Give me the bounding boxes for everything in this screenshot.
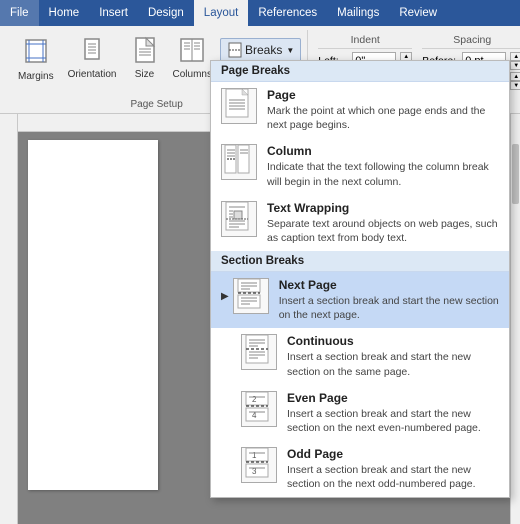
tab-home[interactable]: Home xyxy=(39,0,90,26)
column-item-text: Column Indicate that the text following … xyxy=(267,144,499,188)
tab-mailings[interactable]: Mailings xyxy=(327,0,389,26)
indent-label: Indent xyxy=(318,34,412,49)
spacing-before-up[interactable]: ▲ xyxy=(510,52,520,61)
column-item-desc: Indicate that the text following the col… xyxy=(267,160,499,188)
breaks-button[interactable]: Breaks ▼ xyxy=(220,38,301,62)
size-button[interactable]: Size xyxy=(125,34,165,84)
even-page-item-text: Even Page Insert a section break and sta… xyxy=(287,391,499,435)
tab-file[interactable]: File xyxy=(0,0,39,26)
size-icon xyxy=(131,36,159,67)
orientation-label: Orientation xyxy=(68,69,117,80)
text-wrap-item-desc: Separate text around objects on web page… xyxy=(267,217,499,245)
dropdown-item-text-wrapping[interactable]: Text Wrapping Separate text around objec… xyxy=(211,195,509,251)
spacing-label: Spacing xyxy=(422,34,520,49)
columns-label: Columns xyxy=(173,69,212,80)
spacing-after-arrows: ▲ ▼ xyxy=(510,72,520,90)
margins-icon xyxy=(22,36,50,69)
vertical-scrollbar[interactable] xyxy=(510,114,520,524)
even-page-icon: 2 4 xyxy=(241,391,277,427)
even-page-item-title: Even Page xyxy=(287,391,499,405)
columns-icon xyxy=(178,36,206,67)
continuous-icon xyxy=(241,334,277,370)
tab-layout[interactable]: Layout xyxy=(194,0,249,26)
next-page-icon-wrap: ▶ xyxy=(221,278,269,314)
dropdown-item-continuous[interactable]: Continuous Insert a section break and st… xyxy=(211,328,509,384)
odd-page-item-title: Odd Page xyxy=(287,447,499,461)
spacing-before-arrows: ▲ ▼ xyxy=(510,52,520,70)
column-break-icon xyxy=(221,144,257,180)
odd-page-icon: 1 3 xyxy=(241,447,277,483)
even-page-item-desc: Insert a section break and start the new… xyxy=(287,407,499,435)
margins-label: Margins xyxy=(18,71,54,82)
section-breaks-header: Section Breaks xyxy=(211,251,509,272)
scrollbar-thumb[interactable] xyxy=(512,144,519,204)
tab-review[interactable]: Review xyxy=(389,0,447,26)
breaks-label: Breaks xyxy=(245,43,282,57)
breaks-dropdown: Page Breaks Page Mark the point at which… xyxy=(210,60,510,498)
continuous-item-text: Continuous Insert a section break and st… xyxy=(287,334,499,378)
left-ruler xyxy=(0,114,18,524)
dropdown-item-next-page[interactable]: ▶ Next Page Insert a section break and s… xyxy=(211,272,509,328)
dropdown-item-column[interactable]: Column Indicate that the text following … xyxy=(211,138,509,194)
svg-text:1: 1 xyxy=(252,451,257,460)
next-page-item-title: Next Page xyxy=(279,278,499,292)
dropdown-item-even-page[interactable]: 2 4 Even Page Insert a section break and… xyxy=(211,385,509,441)
odd-page-item-desc: Insert a section break and start the new… xyxy=(287,463,499,491)
page-item-title: Page xyxy=(267,88,499,102)
spacing-after-down[interactable]: ▼ xyxy=(510,81,520,90)
tab-insert[interactable]: Insert xyxy=(89,0,138,26)
dropdown-item-page[interactable]: Page Mark the point at which one page en… xyxy=(211,82,509,138)
continuous-item-title: Continuous xyxy=(287,334,499,348)
odd-page-item-text: Odd Page Insert a section break and star… xyxy=(287,447,499,491)
text-wrap-item-title: Text Wrapping xyxy=(267,201,499,215)
page-item-desc: Mark the point at which one page ends an… xyxy=(267,104,499,132)
page-breaks-header: Page Breaks xyxy=(211,61,509,82)
next-page-item-text: Next Page Insert a section break and sta… xyxy=(279,278,499,322)
next-page-selected-indicator: ▶ xyxy=(221,291,229,302)
text-wrap-icon xyxy=(221,201,257,237)
page-item-text: Page Mark the point at which one page en… xyxy=(267,88,499,132)
margins-button[interactable]: Margins xyxy=(12,34,60,84)
orientation-icon xyxy=(78,36,106,67)
next-page-icon xyxy=(233,278,269,314)
column-item-title: Column xyxy=(267,144,499,158)
dropdown-item-odd-page[interactable]: 1 3 Odd Page Insert a section break and … xyxy=(211,441,509,497)
spacing-after-up[interactable]: ▲ xyxy=(510,72,520,81)
tab-references[interactable]: References xyxy=(248,0,327,26)
text-wrap-item-text: Text Wrapping Separate text around objec… xyxy=(267,201,499,245)
ribbon-tabs: File Home Insert Design Layout Reference… xyxy=(0,0,520,26)
breaks-dropdown-arrow: ▼ xyxy=(286,46,294,55)
orientation-button[interactable]: Orientation xyxy=(62,34,123,84)
next-page-item-desc: Insert a section break and start the new… xyxy=(279,294,499,322)
tab-design[interactable]: Design xyxy=(138,0,194,26)
document-page xyxy=(28,140,158,490)
svg-text:2: 2 xyxy=(252,395,257,404)
continuous-item-desc: Insert a section break and start the new… xyxy=(287,350,499,378)
spacing-before-down[interactable]: ▼ xyxy=(510,61,520,70)
page-break-icon xyxy=(221,88,257,124)
size-label: Size xyxy=(135,69,154,80)
breaks-icon xyxy=(227,42,243,58)
